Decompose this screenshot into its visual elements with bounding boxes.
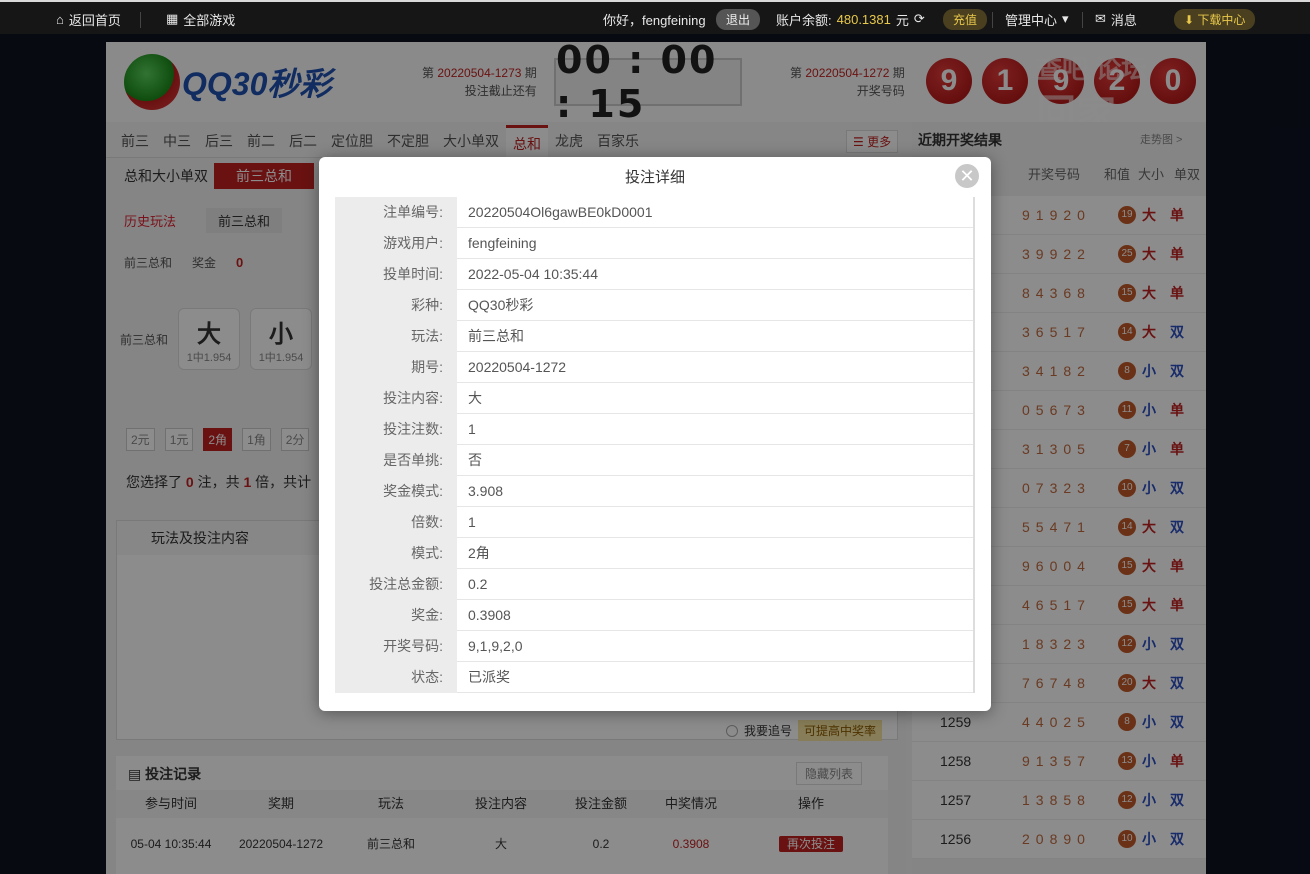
bet-detail-modal: 投注详细 ✕ 注单编号: 20220504Ol6gawBE0kD0001 游戏用户:…	[319, 157, 991, 711]
refresh-icon[interactable]: ⟳	[914, 11, 925, 27]
detail-key: 模式:	[335, 538, 457, 569]
detail-value: fengfeining	[468, 235, 537, 251]
detail-key: 倍数:	[335, 507, 457, 538]
detail-value: 大	[468, 390, 482, 406]
detail-key: 游戏用户:	[335, 228, 457, 259]
detail-key: 开奖号码:	[335, 631, 457, 662]
home-icon: ⌂	[56, 11, 64, 27]
detail-row: 奖金模式: 3.908	[335, 476, 975, 507]
detail-key: 投注注数:	[335, 414, 457, 445]
detail-value: 9,1,9,2,0	[468, 638, 523, 654]
detail-value: 2022-05-04 10:35:44	[468, 266, 598, 282]
detail-key: 状态:	[335, 662, 457, 693]
detail-value: QQ30秒彩	[468, 297, 534, 313]
download-icon: ⬇	[1184, 12, 1195, 27]
scrollbar[interactable]	[973, 197, 975, 693]
detail-key: 是否单挑:	[335, 445, 457, 476]
detail-row: 投注内容: 大	[335, 383, 975, 414]
recharge-button[interactable]: 充值	[943, 8, 988, 30]
grid-icon: ▦	[166, 11, 179, 26]
detail-row: 模式: 2角	[335, 538, 975, 569]
divider	[1082, 12, 1083, 28]
detail-row: 是否单挑: 否	[335, 445, 975, 476]
detail-key: 注单编号:	[335, 197, 457, 228]
balance-value: 480.1381	[836, 11, 891, 27]
bet-detail-table: 注单编号: 20220504Ol6gawBE0kD0001 游戏用户: fengfei…	[335, 197, 975, 693]
detail-value: 1	[468, 514, 476, 530]
top-bar: ⌂ 返回首页 ▦ 全部游戏 你好，fengfeining 退出 账户余额: 480.1…	[0, 0, 1310, 34]
divider	[140, 12, 141, 28]
detail-key: 玩法:	[335, 321, 457, 352]
home-link[interactable]: ⌂ 返回首页	[56, 2, 121, 36]
detail-value: 已派奖	[468, 669, 510, 685]
messages-link[interactable]: ✉ 消息	[1095, 2, 1137, 36]
detail-key: 期号:	[335, 352, 457, 383]
detail-value: 20220504Ol6gawBE0kD0001	[468, 204, 653, 220]
detail-row: 玩法: 前三总和	[335, 321, 975, 352]
detail-value: 0.3908	[468, 607, 511, 623]
detail-row: 倍数: 1	[335, 507, 975, 538]
modal-title: 投注详细	[624, 169, 685, 186]
detail-value: 前三总和	[468, 328, 524, 344]
detail-value: 否	[468, 452, 482, 468]
detail-key: 投单时间:	[335, 259, 457, 290]
detail-row: 投注注数: 1	[335, 414, 975, 445]
detail-row: 投注总金额: 0.2	[335, 569, 975, 600]
detail-value: 2角	[468, 545, 490, 561]
detail-key: 奖金:	[335, 600, 457, 631]
detail-value: 0.2	[468, 576, 488, 592]
all-games-link[interactable]: ▦ 全部游戏	[166, 2, 235, 36]
detail-value: 3.908	[468, 483, 504, 499]
detail-row: 注单编号: 20220504Ol6gawBE0kD0001	[335, 197, 975, 228]
manage-menu[interactable]: 管理中心 ▾	[1005, 2, 1069, 36]
detail-key: 彩种:	[335, 290, 457, 321]
detail-key: 奖金模式:	[335, 476, 457, 507]
chevron-down-icon: ▾	[1062, 11, 1069, 26]
detail-row: 期号: 20220504-1272	[335, 352, 975, 383]
detail-row: 游戏用户: fengfeining	[335, 228, 975, 259]
detail-row: 彩种: QQ30秒彩	[335, 290, 975, 321]
logout-button[interactable]: 退出	[716, 8, 761, 30]
close-icon[interactable]: ✕	[955, 164, 979, 188]
detail-row: 开奖号码: 9,1,9,2,0	[335, 631, 975, 662]
detail-row: 投单时间: 2022-05-04 10:35:44	[335, 259, 975, 290]
mail-icon: ✉	[1095, 11, 1106, 26]
download-button[interactable]: ⬇ 下载中心	[1174, 8, 1256, 30]
detail-value: 20220504-1272	[468, 359, 567, 375]
detail-key: 投注总金额:	[335, 569, 457, 600]
detail-row: 奖金: 0.3908	[335, 600, 975, 631]
greeting: 你好，fengfeining	[603, 12, 706, 28]
detail-value: 1	[468, 421, 476, 437]
detail-row: 状态: 已派奖	[335, 662, 975, 693]
divider	[992, 12, 993, 28]
detail-key: 投注内容:	[335, 383, 457, 414]
balance: 账户余额: 480.1381 元 ⟳	[776, 11, 925, 28]
